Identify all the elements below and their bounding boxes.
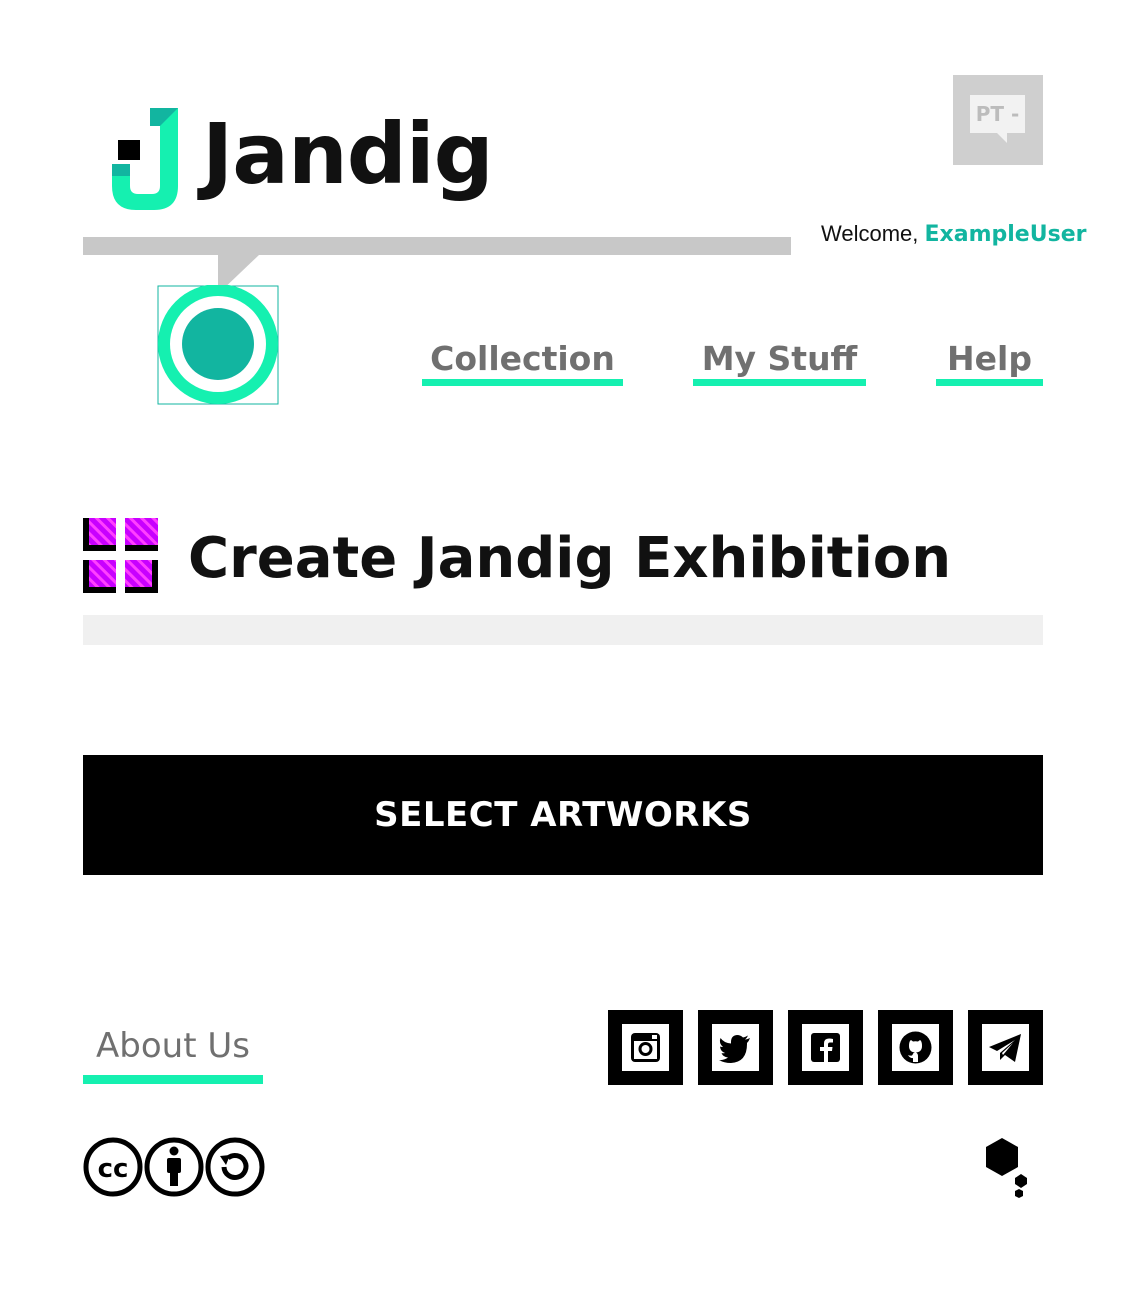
- facebook-icon: [802, 1024, 849, 1071]
- twitter-icon: [712, 1024, 759, 1071]
- welcome-prefix: Welcome,: [821, 221, 919, 246]
- exhibition-grid-icon: [83, 518, 158, 593]
- telegram-link[interactable]: [968, 1010, 1043, 1085]
- svg-text:cc: cc: [98, 1154, 129, 1184]
- page-title: Create Jandig Exhibition: [188, 526, 952, 591]
- brand-name: Jandig: [202, 105, 494, 203]
- select-artworks-button[interactable]: SELECT ARTWORKS: [83, 755, 1043, 875]
- profile-icon[interactable]: [157, 285, 279, 405]
- nav-collection[interactable]: Collection: [422, 336, 623, 386]
- welcome-message: Welcome, ExampleUser: [821, 219, 1086, 250]
- github-link[interactable]: [878, 1010, 953, 1085]
- instagram-icon: [622, 1024, 669, 1071]
- creative-commons-by-sa-icon: cc: [83, 1137, 265, 1197]
- github-icon: [892, 1024, 939, 1071]
- speech-bubble-tail: [997, 133, 1007, 143]
- jandig-logo-icon: [112, 108, 178, 210]
- about-us-link[interactable]: About Us: [83, 1022, 263, 1084]
- facebook-link[interactable]: [788, 1010, 863, 1085]
- header-bar: [83, 237, 791, 255]
- twitter-link[interactable]: [698, 1010, 773, 1085]
- telegram-icon: [982, 1024, 1029, 1071]
- nav-help[interactable]: Help: [936, 336, 1043, 386]
- language-button[interactable]: PT -: [953, 75, 1043, 165]
- nav-my-stuff[interactable]: My Stuff: [693, 336, 866, 386]
- speech-bubble-icon: PT -: [970, 95, 1025, 133]
- hexagon-lab-logo-icon: [986, 1138, 1027, 1198]
- username-link[interactable]: ExampleUser: [925, 222, 1087, 247]
- language-label: PT -: [975, 102, 1020, 126]
- title-divider: [83, 615, 1043, 645]
- instagram-link[interactable]: [608, 1010, 683, 1085]
